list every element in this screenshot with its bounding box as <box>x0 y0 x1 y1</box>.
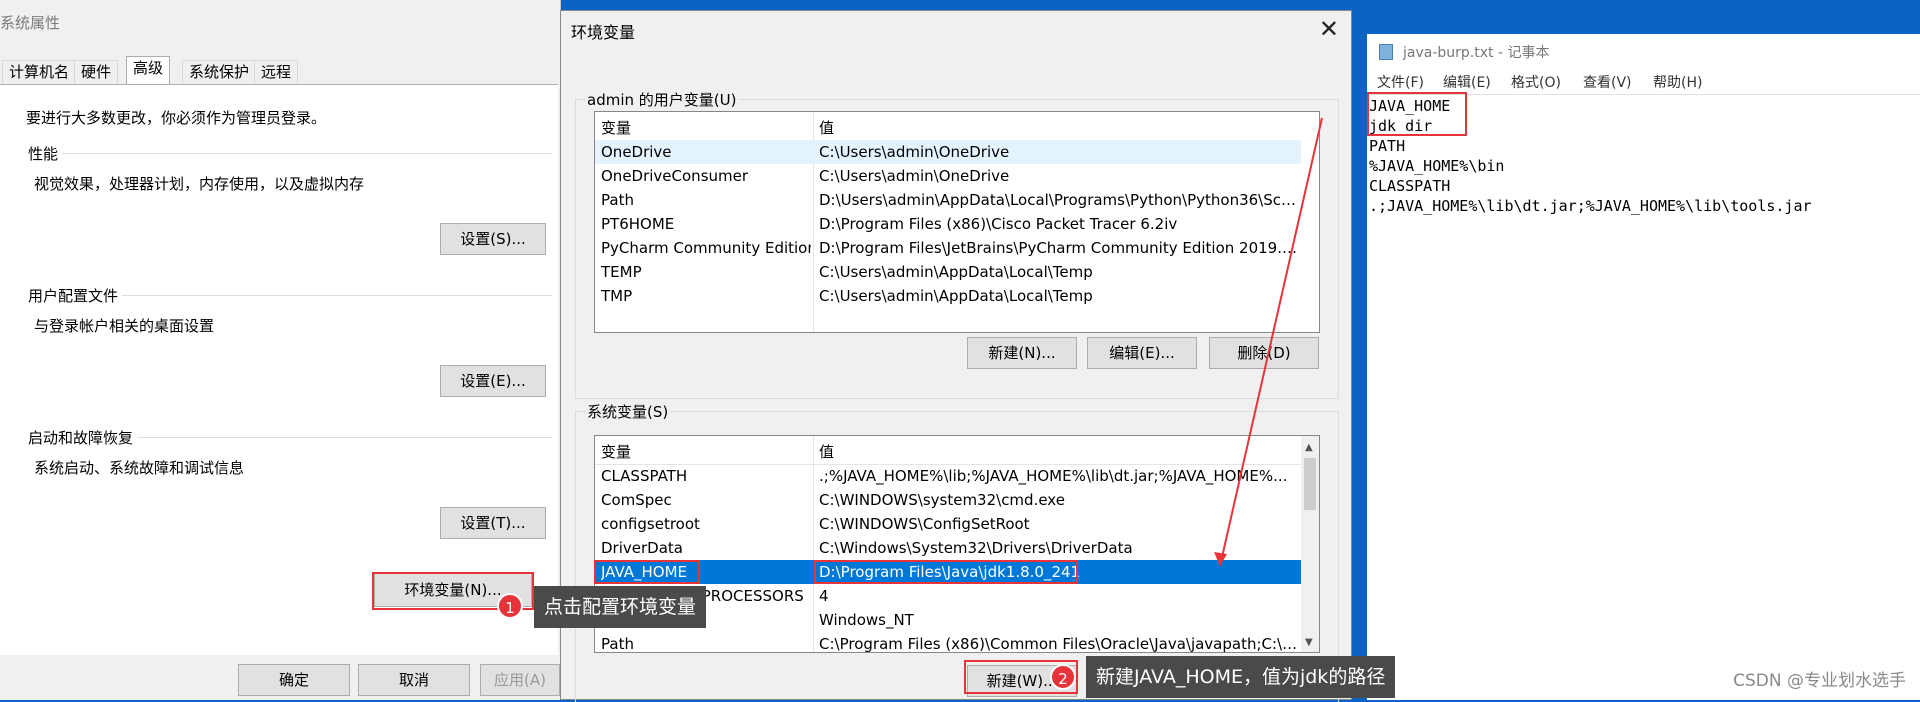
arrow-line <box>1219 117 1323 567</box>
step-2-callout: 新建JAVA_HOME，值为jdk的路径 <box>1086 656 1396 698</box>
step-2-badge: 2 <box>1050 664 1076 690</box>
annotation-arrows <box>1214 117 1323 567</box>
step-1-callout: 点击配置环境变量 <box>534 586 707 628</box>
step-1-badge: 1 <box>497 593 523 619</box>
watermark: CSDN @专业划水选手 <box>1733 671 1906 691</box>
arrow-head <box>1214 552 1227 566</box>
